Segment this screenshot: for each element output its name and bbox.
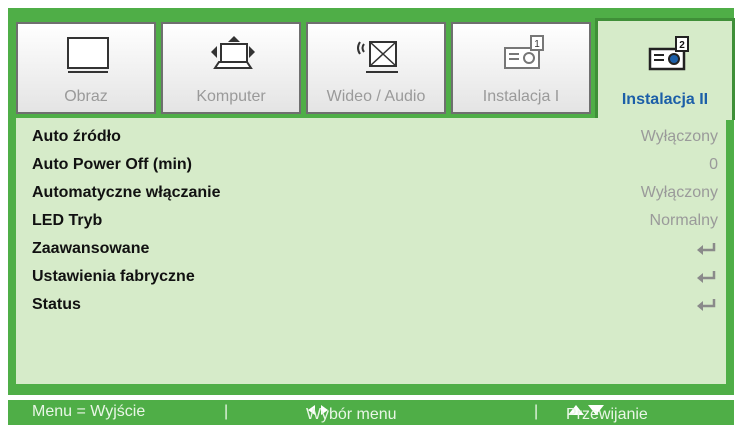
projector-1-icon: 1 xyxy=(504,35,544,69)
row-ustawienia-fabryczne[interactable]: Ustawienia fabryczne xyxy=(16,264,726,292)
tab-instalacja-2[interactable]: 2 Instalacja II xyxy=(595,18,735,120)
enter-icon xyxy=(697,243,716,255)
svg-text:2: 2 xyxy=(679,40,685,51)
tab-label: Komputer xyxy=(196,88,266,105)
scroll-hint: Przewijanie xyxy=(566,403,648,423)
tab-label: Instalacja I xyxy=(482,88,560,105)
row-value: 0 xyxy=(709,156,718,173)
tab-wideo-audio[interactable]: Wideo / Audio xyxy=(306,22,446,114)
row-label: LED Tryb xyxy=(32,212,103,229)
separator: | xyxy=(224,403,229,420)
row-value: Wyłączony xyxy=(640,128,718,145)
row-automatyczne-wlaczanie[interactable]: Automatyczne włączanie Wyłączony xyxy=(16,180,726,208)
row-label: Auto Power Off (min) xyxy=(32,156,192,173)
menu-exit-hint: Menu = Wyjście xyxy=(32,403,146,420)
projector-2-icon: 2 xyxy=(648,36,689,71)
tab-label: Obraz xyxy=(64,88,108,105)
row-label: Ustawienia fabryczne xyxy=(32,268,195,285)
menu-select-hint: Wybór menu xyxy=(306,403,397,423)
row-status[interactable]: Status xyxy=(16,292,726,320)
row-zaawansowane[interactable]: Zaawansowane xyxy=(16,236,726,264)
row-auto-zrodlo[interactable]: Auto źródło Wyłączony xyxy=(16,124,726,152)
osd-menu: Obraz Komputer Wideo / Audio 1 Instalacj… xyxy=(8,8,735,395)
tab-bar: Obraz Komputer Wideo / Audio 1 Instalacj… xyxy=(8,8,735,120)
menu-select-label: Wybór menu xyxy=(306,406,397,423)
enter-icon xyxy=(697,299,716,311)
video-audio-icon xyxy=(357,41,398,73)
svg-text:1: 1 xyxy=(534,39,540,50)
row-label: Status xyxy=(32,296,81,313)
scroll-label: Przewijanie xyxy=(566,406,648,423)
row-led-tryb[interactable]: LED Tryb Normalny xyxy=(16,208,726,236)
tab-obraz[interactable]: Obraz xyxy=(16,22,156,114)
tab-label: Instalacja II xyxy=(621,91,709,108)
computer-icon xyxy=(211,36,255,69)
row-auto-power-off[interactable]: Auto Power Off (min) 0 xyxy=(16,152,726,180)
row-value: Wyłączony xyxy=(640,184,718,201)
row-label: Automatyczne włączanie xyxy=(32,184,221,201)
separator: | xyxy=(534,403,539,420)
row-label: Zaawansowane xyxy=(32,240,150,257)
monitor-icon xyxy=(67,37,109,73)
tab-label: Wideo / Audio xyxy=(326,88,426,105)
enter-icon xyxy=(697,271,716,283)
row-value: Normalny xyxy=(649,212,718,229)
settings-panel: Auto źródło Wyłączony Auto Power Off (mi… xyxy=(16,118,726,384)
tab-komputer[interactable]: Komputer xyxy=(161,22,301,114)
tab-instalacja-1[interactable]: 1 Instalacja I xyxy=(451,22,591,114)
help-bar: Menu = Wyjście | Wybór menu | Przewijani… xyxy=(8,400,734,425)
row-label: Auto źródło xyxy=(32,128,121,145)
